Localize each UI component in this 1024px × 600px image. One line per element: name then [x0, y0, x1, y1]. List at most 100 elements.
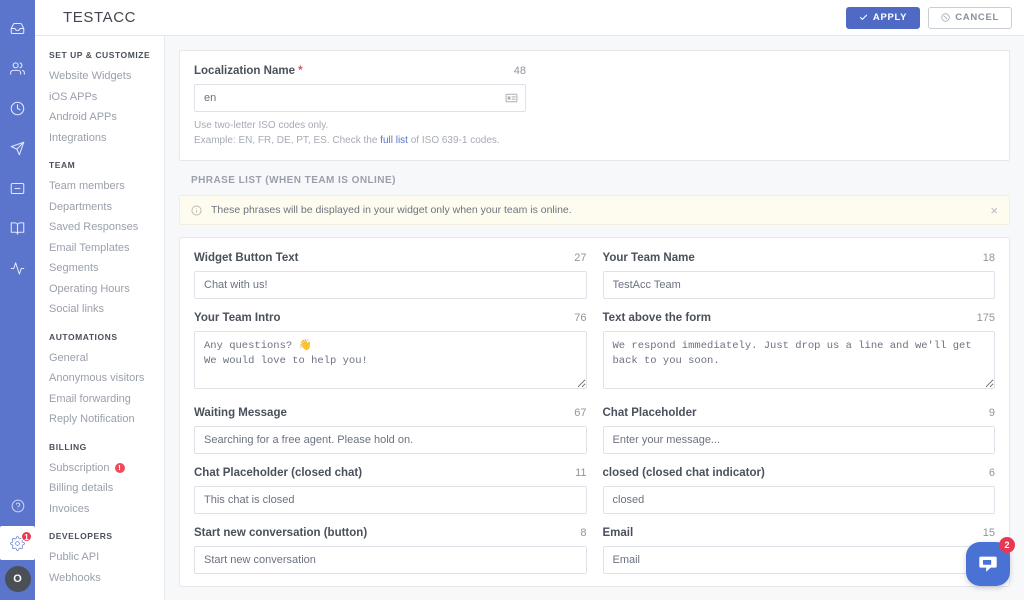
sidebar-item-operating-hours[interactable]: Operating Hours — [49, 279, 164, 300]
sidebar-item-ios-apps[interactable]: iOS APPs — [49, 87, 164, 108]
field-label: Text above the form — [603, 312, 711, 324]
field-head: Your Team Intro 76 — [194, 312, 587, 324]
sidebar-item-label: Public API — [49, 547, 99, 568]
field-chat-placeholder: Chat Placeholder 9 — [603, 407, 996, 454]
field-email: Email 15 — [603, 527, 996, 574]
required-asterisk: * — [298, 65, 302, 77]
cancel-button[interactable]: CANCEL — [928, 7, 1012, 29]
activity-icon[interactable] — [0, 248, 35, 288]
book-icon[interactable] — [0, 208, 35, 248]
localization-counter: 48 — [514, 65, 526, 77]
field-input[interactable] — [603, 271, 996, 299]
field-counter: 67 — [574, 407, 586, 419]
cancel-button-label: CANCEL — [955, 12, 999, 23]
field-input[interactable] — [603, 546, 996, 574]
field-counter: 8 — [580, 527, 586, 539]
close-icon[interactable]: × — [990, 204, 998, 217]
field-input[interactable] — [194, 546, 587, 574]
rail-bottom-icons: 1 O — [0, 486, 35, 600]
sidebar-item-label: Operating Hours — [49, 279, 130, 300]
field-counter: 6 — [989, 467, 995, 479]
circle-slash-icon — [941, 13, 950, 22]
sidebar-item-general[interactable]: General — [49, 348, 164, 369]
localization-input[interactable] — [194, 84, 526, 112]
nav-group-title: TEAM — [49, 160, 164, 170]
inbox-icon[interactable] — [0, 8, 35, 48]
sidebar-item-label: Social links — [49, 299, 104, 320]
sidebar-item-label: Email Templates — [49, 238, 130, 259]
right-pane: TESTACC APPLY CANCEL — [35, 0, 1024, 600]
chat-widget-button[interactable]: 2 — [966, 542, 1010, 586]
chat-widget-badge: 2 — [999, 537, 1015, 553]
sidebar-nav: SET UP & CUSTOMIZE Website Widgets iOS A… — [35, 36, 165, 600]
archive-icon[interactable] — [0, 168, 35, 208]
localization-field-head: Localization Name * 48 — [194, 65, 526, 77]
app-root: 1 O TESTACC APPLY CANC — [0, 0, 1024, 600]
sidebar-item-label: Departments — [49, 197, 112, 218]
gear-icon[interactable]: 1 — [0, 526, 35, 560]
sidebar-item-label: Email forwarding — [49, 389, 131, 410]
sidebar-item-reply-notification[interactable]: Reply Notification — [49, 409, 164, 430]
field-label: Chat Placeholder (closed chat) — [194, 467, 362, 479]
full-list-link[interactable]: full list — [380, 135, 408, 146]
help-circle-icon[interactable] — [0, 486, 35, 526]
field-input[interactable] — [194, 426, 587, 454]
field-counter: 15 — [983, 527, 995, 539]
sidebar-item-label: Team members — [49, 176, 125, 197]
field-textarea[interactable]: We respond immediately. Just drop us a l… — [603, 331, 996, 389]
localization-label-text: Localization Name — [194, 65, 295, 77]
sidebar-item-label: Android APPs — [49, 107, 117, 128]
icon-rail: 1 O — [0, 0, 35, 600]
sidebar-item-label: iOS APPs — [49, 87, 97, 108]
field-label: Chat Placeholder — [603, 407, 697, 419]
list-card-icon[interactable] — [505, 92, 518, 105]
sidebar-item-segments[interactable]: Segments — [49, 258, 164, 279]
field-start-new-conversation: Start new conversation (button) 8 — [194, 527, 587, 574]
sidebar-item-departments[interactable]: Departments — [49, 197, 164, 218]
field-textarea[interactable]: Any questions? 👋 We would love to help y… — [194, 331, 587, 389]
field-head: Chat Placeholder (closed chat) 11 — [194, 467, 587, 479]
clock-icon[interactable] — [0, 88, 35, 128]
field-label: closed (closed chat indicator) — [603, 467, 765, 479]
send-icon[interactable] — [0, 128, 35, 168]
sidebar-item-email-forwarding[interactable]: Email forwarding — [49, 389, 164, 410]
field-input[interactable] — [603, 426, 996, 454]
sidebar-item-android-apps[interactable]: Android APPs — [49, 107, 164, 128]
field-your-team-name: Your Team Name 18 — [603, 252, 996, 299]
sidebar-item-invoices[interactable]: Invoices — [49, 499, 164, 520]
field-input[interactable] — [603, 486, 996, 514]
sidebar-item-integrations[interactable]: Integrations — [49, 128, 164, 149]
phrases-grid: Widget Button Text 27 Your Team Name 18 — [194, 252, 995, 574]
field-head: Text above the form 175 — [603, 312, 996, 324]
sidebar-item-saved-responses[interactable]: Saved Responses — [49, 217, 164, 238]
sidebar-item-subscription[interactable]: Subscription ! — [49, 458, 164, 479]
sidebar-item-email-templates[interactable]: Email Templates — [49, 238, 164, 259]
check-icon — [859, 13, 868, 22]
field-your-team-intro: Your Team Intro 76 Any questions? 👋 We w… — [194, 312, 587, 394]
field-input[interactable] — [194, 271, 587, 299]
page-title: TESTACC — [63, 9, 136, 26]
field-head: closed (closed chat indicator) 6 — [603, 467, 996, 479]
sidebar-item-anonymous-visitors[interactable]: Anonymous visitors — [49, 368, 164, 389]
avatar[interactable]: O — [5, 566, 31, 592]
apply-button-label: APPLY — [873, 12, 907, 23]
field-head: Start new conversation (button) 8 — [194, 527, 587, 539]
gear-badge: 1 — [21, 531, 32, 542]
contacts-icon[interactable] — [0, 48, 35, 88]
field-head: Your Team Name 18 — [603, 252, 996, 264]
apply-button[interactable]: APPLY — [846, 7, 920, 29]
sidebar-item-public-api[interactable]: Public API — [49, 547, 164, 568]
field-input[interactable] — [194, 486, 587, 514]
nav-group-title: BILLING — [49, 442, 164, 452]
sidebar-item-team-members[interactable]: Team members — [49, 176, 164, 197]
sidebar-item-webhooks[interactable]: Webhooks — [49, 568, 164, 589]
sidebar-item-social-links[interactable]: Social links — [49, 299, 164, 320]
sidebar-item-billing-details[interactable]: Billing details — [49, 478, 164, 499]
field-counter: 175 — [977, 312, 995, 324]
localization-helper: Use two-letter ISO codes only. Example: … — [194, 119, 526, 148]
field-label: Waiting Message — [194, 407, 287, 419]
main-content: Localization Name * 48 — [165, 36, 1024, 600]
field-widget-button-text: Widget Button Text 27 — [194, 252, 587, 299]
sidebar-item-label: Subscription — [49, 458, 110, 479]
sidebar-item-website-widgets[interactable]: Website Widgets — [49, 66, 164, 87]
